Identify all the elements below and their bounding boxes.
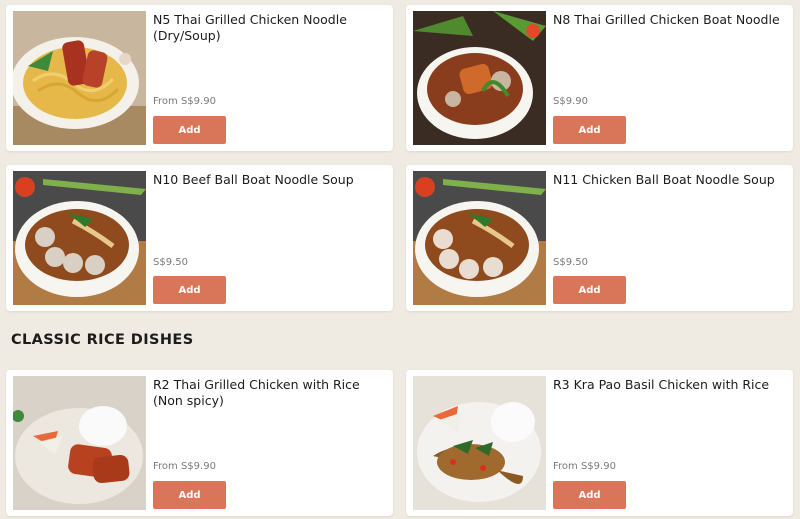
add-button[interactable]: Add — [553, 276, 626, 304]
item-price: S$9.90 — [553, 96, 588, 107]
dish-image-n8 — [413, 11, 546, 145]
dish-image-r2 — [13, 376, 146, 510]
item-title: N5 Thai Grilled Chicken Noodle (Dry/Soup… — [153, 12, 347, 43]
item-price: From S$9.90 — [153, 96, 216, 107]
item-price: From S$9.90 — [553, 461, 616, 472]
add-button[interactable]: Add — [153, 276, 226, 304]
dish-image-r3 — [413, 376, 546, 510]
item-price: S$9.50 — [153, 257, 188, 268]
add-button[interactable]: Add — [153, 116, 226, 144]
item-price: From S$9.90 — [153, 461, 216, 472]
add-button[interactable]: Add — [553, 116, 626, 144]
add-button[interactable]: Add — [153, 481, 226, 509]
item-title: N10 Beef Ball Boat Noodle Soup — [153, 172, 354, 187]
add-button[interactable]: Add — [553, 481, 626, 509]
menu-item-card-n5[interactable]: N5 Thai Grilled Chicken Noodle (Dry/Soup… — [6, 5, 393, 151]
item-title: R2 Thai Grilled Chicken with Rice (Non s… — [153, 377, 360, 408]
menu-item-card-r3[interactable]: R3 Kra Pao Basil Chicken with Rice From … — [406, 370, 793, 516]
menu-item-card-n11[interactable]: N11 Chicken Ball Boat Noodle Soup S$9.50… — [406, 165, 793, 311]
item-price: S$9.50 — [553, 257, 588, 268]
dish-image-n5 — [13, 11, 146, 145]
menu-item-card-n8[interactable]: N8 Thai Grilled Chicken Boat Noodle S$9.… — [406, 5, 793, 151]
menu-item-card-n10[interactable]: N10 Beef Ball Boat Noodle Soup S$9.50 Ad… — [6, 165, 393, 311]
item-title: R3 Kra Pao Basil Chicken with Rice — [553, 377, 770, 392]
item-title: N11 Chicken Ball Boat Noodle Soup — [553, 172, 775, 187]
section-heading: CLASSIC RICE DISHES — [11, 332, 194, 348]
item-title: N8 Thai Grilled Chicken Boat Noodle — [553, 12, 780, 27]
dish-image-n11 — [413, 171, 546, 305]
menu-item-card-r2[interactable]: R2 Thai Grilled Chicken with Rice (Non s… — [6, 370, 393, 516]
dish-image-n10 — [13, 171, 146, 305]
